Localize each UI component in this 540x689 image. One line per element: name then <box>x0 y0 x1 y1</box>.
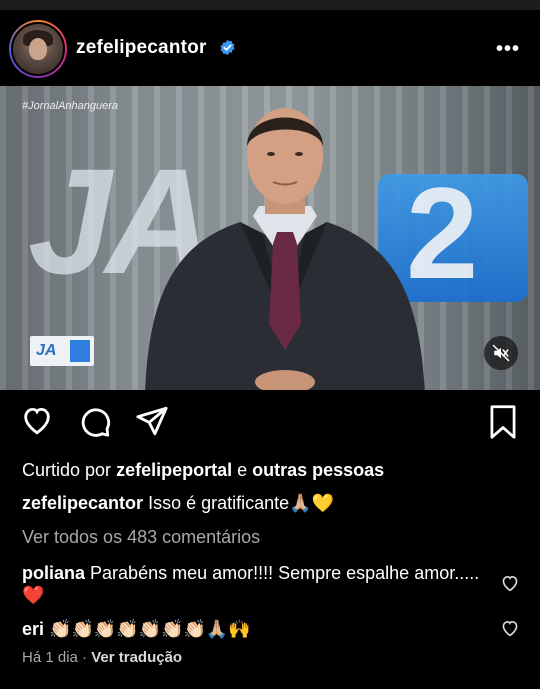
video-hashtag: #JornalAnhanguera <box>22 100 119 112</box>
liked-by-others[interactable]: outras pessoas <box>252 460 384 480</box>
comment-like-heart-icon[interactable] <box>500 619 520 637</box>
view-all-comments-link[interactable]: Ver todos os 483 comentários <box>22 527 260 548</box>
liked-by-user[interactable]: zefelipeportal <box>116 460 232 480</box>
more-options-icon[interactable]: ••• <box>496 38 520 61</box>
caption-username[interactable]: zefelipecantor <box>22 493 143 513</box>
paper-plane-icon[interactable] <box>134 404 170 438</box>
comment-item: eri 👏🏻👏🏻👏🏻👏🏻👏🏻👏🏻👏🏻🙏🏼🙌 <box>22 618 482 641</box>
post-header: zefelipecantor ••• <box>0 12 540 86</box>
top-bar <box>0 0 540 10</box>
verified-badge-icon <box>220 39 235 56</box>
caption-emojis: 🙏🏼💛 <box>289 493 334 514</box>
channel-badge: JA <box>30 336 94 366</box>
caption-text: Isso é gratificante <box>148 493 290 513</box>
avatar-image <box>11 22 65 76</box>
comment-item: poliana Parabéns meu amor!!!! Sempre esp… <box>22 562 482 607</box>
post-caption: zefelipecantor Isso é gratificante🙏🏼💛 <box>22 493 522 514</box>
post-meta: Há 1 dia · Ver tradução <box>22 649 183 666</box>
news-anchor-figure <box>145 108 425 390</box>
action-bar <box>0 400 540 450</box>
comment-emojis: ❤️ <box>22 585 45 606</box>
heart-icon[interactable] <box>20 404 54 436</box>
see-translation-link[interactable]: Ver tradução <box>91 649 182 666</box>
likes-summary: Curtido por zefelipeportal e outras pess… <box>22 460 385 480</box>
comment-emojis: 👏🏻👏🏻👏🏻👏🏻👏🏻👏🏻👏🏻🙏🏼🙌 <box>49 619 251 640</box>
avatar[interactable] <box>9 20 67 78</box>
comment-icon[interactable] <box>78 404 112 438</box>
muted-speaker-icon[interactable] <box>484 336 518 370</box>
comment-text: Parabéns meu amor!!!! Sempre espalhe amo… <box>90 563 480 583</box>
post-timestamp: Há 1 dia <box>22 649 78 666</box>
comment-username[interactable]: poliana <box>22 563 85 583</box>
post-username[interactable]: zefelipecantor <box>76 37 207 59</box>
post-video[interactable]: #JornalAnhanguera JA 2 JA <box>0 86 540 390</box>
comment-like-heart-icon[interactable] <box>500 574 520 592</box>
bookmark-icon[interactable] <box>486 404 520 440</box>
comment-username[interactable]: eri <box>22 619 44 639</box>
